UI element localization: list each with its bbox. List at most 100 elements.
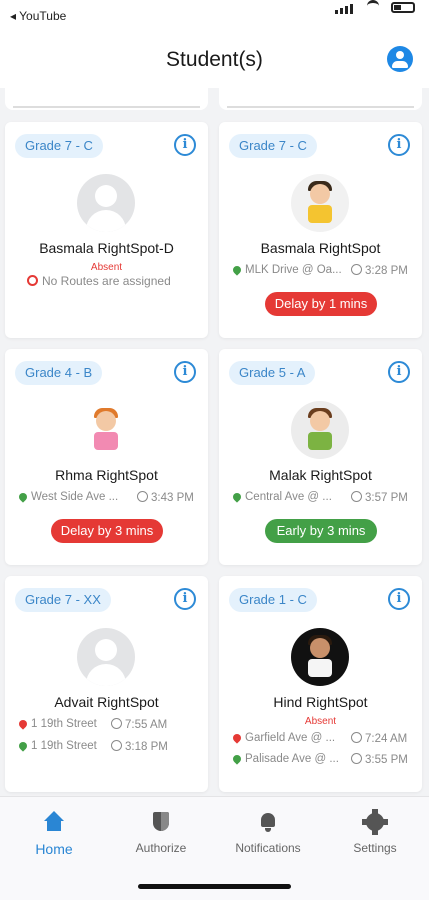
map-pin-icon — [17, 718, 29, 730]
wifi-icon — [367, 0, 379, 12]
grade-badge: Grade 4 - B — [15, 361, 103, 385]
tab-label: Settings — [353, 841, 397, 855]
absent-label: Absent — [90, 262, 123, 273]
info-icon[interactable]: i — [174, 588, 196, 610]
signal-icon — [335, 10, 338, 14]
status-bar: ◂ YouTube — [0, 0, 429, 32]
student-avatar — [291, 174, 349, 232]
account-head — [396, 51, 404, 59]
clock-icon — [137, 491, 148, 502]
page-title: Student(s) — [166, 48, 263, 71]
student-card[interactable]: Grade 4 - B i Rhma RightSpot West Side A… — [5, 349, 208, 565]
status-badge: Delay by 3 mins — [51, 519, 163, 543]
route-time: 3:28 PM — [365, 265, 408, 277]
avatar-face — [96, 411, 116, 431]
app-header: Student(s) — [0, 32, 429, 88]
route-line: 1 19th Street 3:18 PM — [17, 740, 200, 756]
grade-badge: Grade 7 - C — [229, 134, 317, 158]
shield-icon — [150, 811, 172, 833]
bell-shape — [261, 813, 275, 832]
signal-bar — [340, 8, 343, 14]
no-routes-text: No Routes are assigned — [42, 274, 171, 288]
route-time: 3:18 PM — [125, 741, 168, 753]
tab-label: Home — [35, 841, 73, 857]
tab-label: Notifications — [235, 841, 301, 855]
card-peek-left — [5, 88, 208, 110]
route-stop: Garfield Ave @ ... — [245, 732, 336, 744]
map-pin-icon — [231, 264, 243, 276]
map-pin-icon — [231, 732, 243, 744]
student-avatar — [291, 628, 349, 686]
home-indicator[interactable] — [138, 884, 291, 889]
home-icon — [43, 811, 65, 833]
grade-badge: Grade 1 - C — [229, 588, 317, 612]
route-line: West Side Ave ... 3:43 PM — [17, 491, 200, 507]
tab-settings[interactable]: Settings — [330, 809, 420, 855]
student-card[interactable]: Grade 7 - C i Basmala RightSpot-D Absent… — [5, 122, 208, 338]
info-icon[interactable]: i — [388, 588, 410, 610]
info-icon[interactable]: i — [388, 361, 410, 383]
card-peek-right — [219, 88, 422, 110]
avatar-body — [86, 664, 126, 686]
gear-icon — [362, 809, 388, 835]
avatar-face — [310, 411, 330, 431]
route-stop: West Side Ave ... — [31, 491, 119, 503]
clock-icon — [111, 740, 122, 751]
info-icon[interactable]: i — [174, 134, 196, 156]
student-name: Advait RightSpot — [54, 694, 159, 710]
route-stop: MLK Drive @ Oa... — [245, 264, 342, 276]
avatar-placeholder — [77, 174, 135, 232]
tab-notifications[interactable]: Notifications — [223, 811, 313, 855]
clock-icon — [351, 491, 362, 502]
no-entry-icon — [27, 275, 38, 286]
route-line: 1 19th Street 7:55 AM — [17, 718, 200, 734]
battery-icon — [391, 2, 415, 13]
clock-icon — [111, 718, 122, 729]
student-card[interactable]: Grade 5 - A i Malak RightSpot Central Av… — [219, 349, 422, 565]
student-name: Basmala RightSpot-D — [39, 240, 174, 256]
student-avatar — [291, 401, 349, 459]
route-time: 3:57 PM — [365, 492, 408, 504]
route-line: Garfield Ave @ ... 7:24 AM — [231, 732, 414, 748]
account-circle-icon[interactable] — [387, 46, 413, 72]
student-avatar — [77, 401, 135, 459]
status-badge: Delay by 1 mins — [265, 292, 377, 316]
info-icon[interactable]: i — [174, 361, 196, 383]
route-stop: Central Ave @ ... — [245, 491, 332, 503]
grade-badge: Grade 7 - XX — [15, 588, 111, 612]
avatar-placeholder — [77, 628, 135, 686]
absent-label: Absent — [304, 716, 337, 727]
home-body — [47, 820, 61, 831]
route-stop: 1 19th Street — [31, 740, 97, 752]
clock-icon — [351, 753, 362, 764]
student-card[interactable]: Grade 1 - C i Hind RightSpot Absent Garf… — [219, 576, 422, 792]
avatar-body — [86, 210, 126, 232]
student-name: Basmala RightSpot — [260, 240, 381, 256]
route-time: 7:55 AM — [125, 719, 168, 731]
back-to-youtube-link[interactable]: ◂ YouTube — [10, 9, 66, 23]
student-card[interactable]: Grade 7 - C i Basmala RightSpot MLK Driv… — [219, 122, 422, 338]
avatar-head — [95, 185, 117, 207]
route-time: 3:43 PM — [151, 492, 194, 504]
avatar-shirt — [308, 205, 332, 223]
route-time: 3:55 PM — [365, 754, 408, 766]
route-line: MLK Drive @ Oa... 3:28 PM — [231, 264, 414, 280]
avatar-shirt — [94, 432, 118, 450]
status-badge: Early by 3 mins — [265, 519, 377, 543]
route-time: 7:24 AM — [365, 733, 408, 745]
map-pin-icon — [17, 491, 29, 503]
tab-label: Authorize — [135, 841, 187, 855]
signal-bar — [350, 4, 353, 14]
map-pin-icon — [231, 491, 243, 503]
student-card[interactable]: Grade 7 - XX i Advait RightSpot 1 19th S… — [5, 576, 208, 792]
route-stop: 1 19th Street — [31, 718, 97, 730]
student-name: Malak RightSpot — [269, 467, 372, 483]
route-line: Central Ave @ ... 3:57 PM — [231, 491, 414, 507]
tab-authorize[interactable]: Authorize — [116, 811, 206, 855]
bell-icon — [257, 811, 279, 833]
tab-home[interactable]: Home — [9, 811, 99, 857]
no-routes-message: No Routes are assigned — [27, 274, 171, 288]
info-icon[interactable]: i — [388, 134, 410, 156]
map-pin-icon — [231, 753, 243, 765]
avatar-shirt — [308, 659, 332, 677]
